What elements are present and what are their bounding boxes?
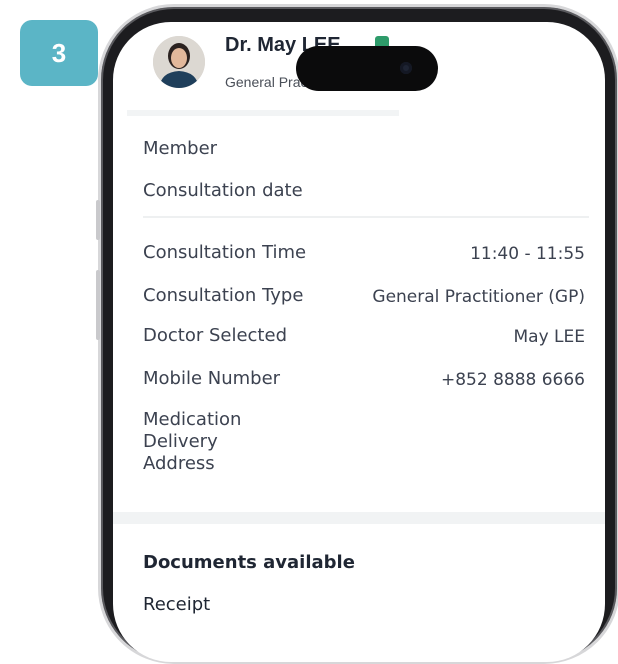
documents-available-heading: Documents available (143, 552, 355, 573)
dynamic-island (296, 46, 438, 91)
doctor-photo-icon (153, 36, 205, 88)
mobile-number-label: Mobile Number (143, 368, 281, 389)
address-label-line: Medication (143, 409, 242, 430)
doctor-selected-value: May LEE (513, 327, 585, 347)
consultation-type-value: General Practitioner (GP) (372, 287, 585, 307)
medication-delivery-address-label: Medication Delivery Address (143, 409, 241, 475)
address-label-line: Address (143, 453, 215, 474)
phone-screen: Dr. May LEE General Practitioner Member … (113, 22, 605, 662)
doctor-avatar (153, 36, 205, 88)
consultation-time-label: Consultation Time (143, 242, 307, 263)
member-label: Member (143, 138, 218, 159)
details-divider (143, 216, 589, 218)
camera-icon (400, 62, 412, 74)
phone-side-button (96, 270, 100, 340)
consultation-date-label: Consultation date (143, 180, 303, 201)
consultation-time-value: 11:40 - 11:55 (470, 244, 585, 264)
receipt-document-link[interactable]: Receipt (143, 594, 210, 615)
section-separator (113, 512, 605, 524)
header-divider (127, 110, 399, 116)
mobile-number-value: +852 8888 6666 (440, 370, 585, 390)
phone-side-button (96, 200, 100, 240)
consultation-type-label: Consultation Type (143, 285, 304, 306)
address-label-line: Delivery (143, 431, 218, 452)
step-number-badge: 3 (20, 20, 98, 86)
doctor-selected-label: Doctor Selected (143, 325, 287, 346)
